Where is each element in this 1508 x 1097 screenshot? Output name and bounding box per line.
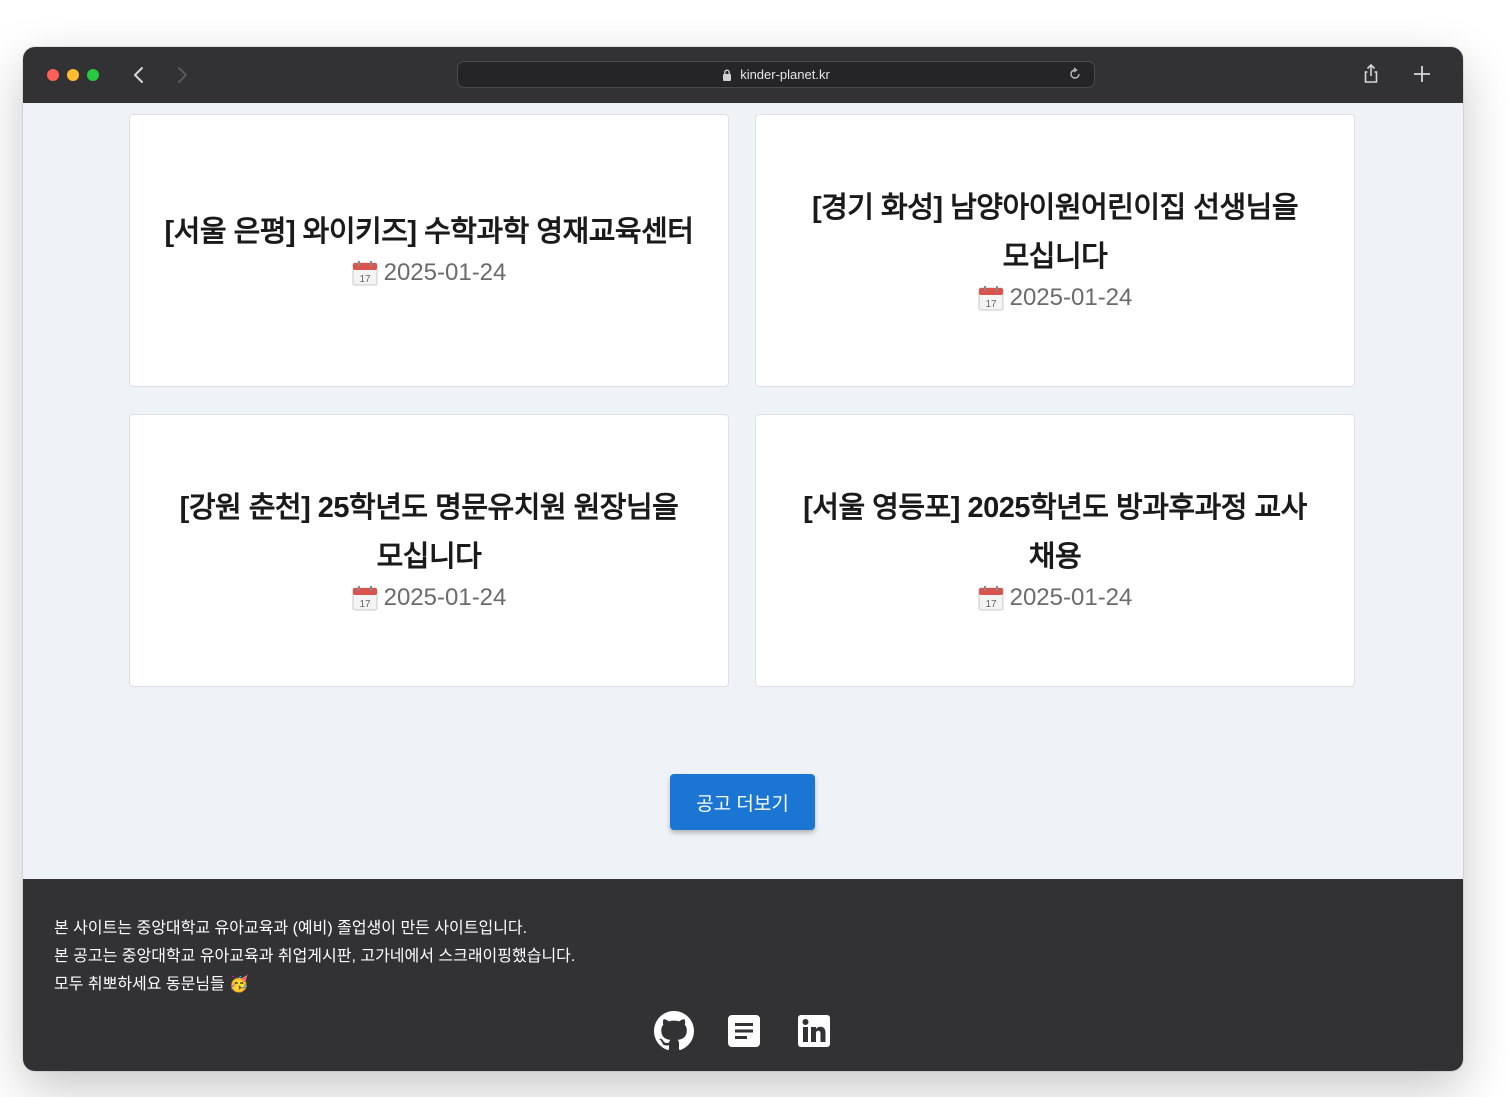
- reload-icon[interactable]: [1068, 67, 1082, 86]
- page-content: [서울 은평] 와이키즈] 수학과학 영재교육센터 17 2025-01-24 …: [23, 103, 1463, 879]
- browser-window: kinder-planet.kr [서울 은평] 와이키즈] 수학과학 영재교육…: [23, 47, 1463, 1071]
- plus-icon[interactable]: [1411, 63, 1433, 90]
- job-card-date: 17 2025-01-24: [978, 278, 1132, 318]
- job-card[interactable]: [강원 춘천] 25학년도 명문유치원 원장님을 모십니다 17 2025-01-…: [129, 414, 729, 687]
- svg-text:17: 17: [985, 299, 997, 310]
- forward-icon[interactable]: [169, 62, 195, 88]
- calendar-icon: 17: [352, 260, 378, 286]
- zoom-window-button[interactable]: [87, 69, 99, 81]
- url-text: kinder-planet.kr: [740, 67, 830, 82]
- job-card-title[interactable]: [경기 화성] 남양아이원어린이집 선생님을 모십니다: [782, 184, 1328, 282]
- share-icon[interactable]: [1362, 63, 1380, 90]
- job-card-title[interactable]: [서울 영등포] 2025학년도 방과후과정 교사 채용: [773, 484, 1337, 582]
- calendar-icon: 17: [978, 585, 1004, 611]
- footer: 본 사이트는 중앙대학교 유아교육과 (예비) 졸업생이 만든 사이트입니다. …: [23, 879, 1463, 1071]
- blog-icon[interactable]: [724, 1011, 764, 1051]
- footer-line: 본 공고는 중앙대학교 유아교육과 취업게시판, 고가네에서 스크래이핑했습니다…: [54, 948, 576, 965]
- back-icon[interactable]: [126, 62, 152, 88]
- job-card-date: 17 2025-01-24: [352, 253, 506, 293]
- linkedin-icon[interactable]: [794, 1011, 834, 1051]
- job-card-title[interactable]: [서울 은평] 와이키즈] 수학과학 영재교육센터: [135, 208, 724, 257]
- job-card[interactable]: [경기 화성] 남양아이원어린이집 선생님을 모십니다 17 2025-01-24: [755, 114, 1355, 387]
- calendar-icon: 17: [352, 585, 378, 611]
- job-card-date: 17 2025-01-24: [352, 578, 506, 618]
- lock-icon: [722, 69, 732, 81]
- browser-titlebar: kinder-planet.kr: [23, 47, 1463, 103]
- job-card[interactable]: [서울 은평] 와이키즈] 수학과학 영재교육센터 17 2025-01-24: [129, 114, 729, 387]
- svg-text:17: 17: [359, 274, 371, 285]
- footer-line: 본 사이트는 중앙대학교 유아교육과 (예비) 졸업생이 만든 사이트입니다.: [54, 920, 528, 937]
- calendar-icon: 17: [978, 285, 1004, 311]
- footer-social-links: [654, 1011, 834, 1051]
- job-card-title[interactable]: [강원 춘천] 25학년도 명문유치원 원장님을 모십니다: [150, 484, 709, 582]
- job-card-date: 17 2025-01-24: [978, 578, 1132, 618]
- svg-text:17: 17: [359, 599, 371, 610]
- minimize-window-button[interactable]: [67, 69, 79, 81]
- load-more-button[interactable]: 공고 더보기: [670, 774, 815, 830]
- job-card[interactable]: [서울 영등포] 2025학년도 방과후과정 교사 채용 17 2025-01-2…: [755, 414, 1355, 687]
- svg-text:17: 17: [985, 599, 997, 610]
- github-icon[interactable]: [654, 1011, 694, 1051]
- footer-line: 모두 취뽀하세요 동문님들 🥳: [54, 976, 250, 993]
- footer-text: 본 사이트는 중앙대학교 유아교육과 (예비) 졸업생이 만든 사이트입니다. …: [54, 915, 575, 999]
- address-bar[interactable]: kinder-planet.kr: [457, 61, 1095, 88]
- close-window-button[interactable]: [47, 69, 59, 81]
